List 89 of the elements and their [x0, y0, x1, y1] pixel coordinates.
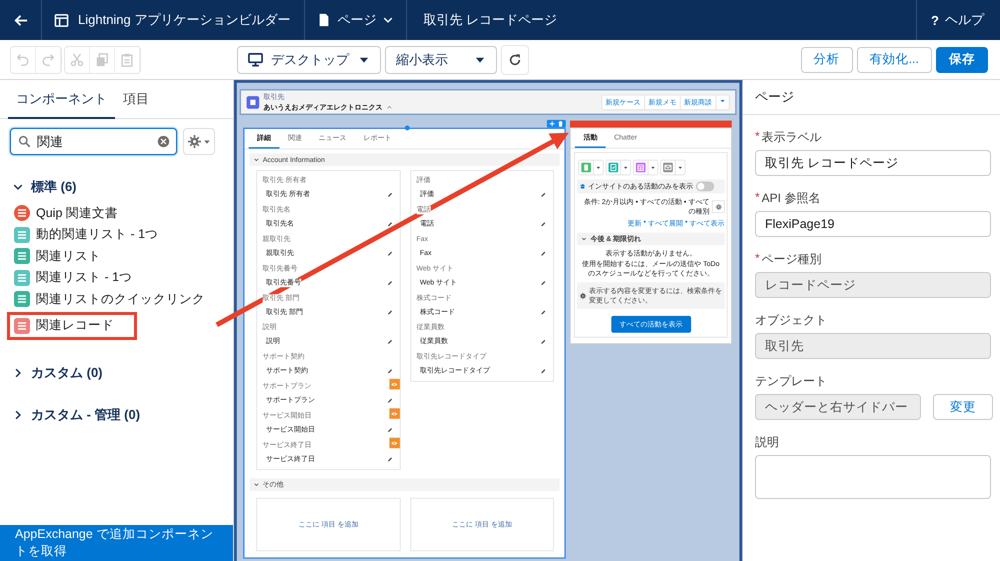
app-window-icon: [54, 12, 69, 28]
page-menu[interactable]: ページ: [317, 0, 394, 40]
settings-icon: [715, 204, 722, 210]
zoom-dropdown[interactable]: 縮小表示: [385, 46, 497, 74]
input-field[interactable]: 取引先 レコードページ: [755, 150, 991, 176]
action-button[interactable]: 分析: [800, 46, 853, 72]
search-icon: [18, 135, 31, 148]
activity-action-button[interactable]: [661, 160, 676, 174]
task-icon: [608, 162, 618, 172]
page-icon: [317, 13, 332, 27]
group-header[interactable]: カスタム - 管理 (0): [12, 406, 140, 424]
panel-tab[interactable]: 項目: [115, 80, 157, 119]
undo-icon: [16, 52, 30, 66]
monitor-icon: [248, 52, 263, 67]
call-icon: [581, 162, 591, 172]
input-field[interactable]: FlexiPage19: [755, 211, 991, 237]
caret-icon: [202, 138, 210, 146]
caret-icon: [720, 98, 726, 104]
field-label: 表示ラベル: [762, 129, 822, 146]
clear-icon: [157, 135, 170, 148]
panel-title: ページ: [743, 80, 1000, 115]
pencil-icon: [386, 427, 393, 433]
group-header[interactable]: カスタム (0): [12, 364, 102, 382]
insight-icon: [580, 184, 586, 190]
caret-icon: [678, 165, 683, 170]
redo-icon: [41, 52, 55, 66]
required-mark: *: [755, 129, 760, 145]
pencil-icon: [386, 310, 393, 316]
textarea-field[interactable]: [755, 455, 991, 499]
caret-icon: [623, 165, 628, 170]
pencil-icon: [386, 339, 393, 345]
clipboard-icon: [120, 52, 134, 66]
field-label: API 参照名: [762, 190, 820, 207]
required-mark: *: [755, 251, 760, 267]
field-label: 説明: [755, 434, 779, 451]
device-dropdown[interactable]: デスクトップ: [237, 46, 381, 74]
pencil-icon: [386, 250, 393, 256]
action-button[interactable]: 有効化...: [856, 46, 932, 72]
scissors-icon: [70, 52, 84, 66]
appexchange-button[interactable]: AppExchange で追加コンポーネントを取得: [0, 525, 233, 561]
pencil-icon: [540, 310, 546, 316]
chevron-down-icon: [581, 236, 587, 242]
toggle-switch[interactable]: [696, 182, 714, 192]
pencil-icon: [386, 398, 393, 404]
pencil-icon: [540, 339, 546, 345]
component-item[interactable]: 動的関連リスト - 1つ: [14, 226, 158, 244]
component-item[interactable]: 関連レコード: [14, 316, 114, 335]
refresh-icon: [508, 52, 522, 66]
pencil-icon: [540, 250, 546, 256]
required-mark: *: [755, 190, 760, 206]
field-label: テンプレート: [755, 373, 827, 390]
pencil-icon: [540, 368, 546, 374]
pencil-icon: [386, 368, 393, 374]
group-header[interactable]: 標準 (6): [12, 178, 76, 196]
app-title: Lightning アプリケーションビルダー: [78, 11, 290, 29]
pencil-icon: [540, 221, 546, 227]
help-button[interactable]: ? ヘルプ: [929, 0, 988, 40]
copy-icon: [95, 52, 109, 66]
panel-tab[interactable]: コンポーネント: [8, 80, 115, 119]
activity-action-button[interactable]: [606, 160, 622, 174]
component-item[interactable]: Quip 関連文書: [14, 204, 118, 222]
refresh-button[interactable]: [501, 44, 529, 74]
caret-icon: [596, 165, 601, 170]
back-arrow-icon: [13, 12, 28, 28]
field-label: オブジェクト: [755, 312, 827, 329]
component-item[interactable]: 関連リスト - 1つ: [14, 268, 132, 287]
settings-icon: [188, 135, 200, 148]
pencil-icon: [386, 280, 393, 286]
settings-icon: [580, 292, 586, 299]
action-button[interactable]: 保存: [936, 46, 988, 72]
pencil-icon: [386, 221, 393, 227]
search-field[interactable]: 関連: [10, 128, 177, 155]
settings-button[interactable]: [183, 128, 215, 155]
component-item[interactable]: 関連リストのクイックリンク: [14, 290, 205, 308]
pencil-icon: [386, 456, 393, 462]
activity-action-button[interactable]: [634, 160, 648, 174]
caret-icon: [650, 165, 656, 170]
component-item[interactable]: 関連リスト: [14, 247, 101, 266]
settings-button[interactable]: [712, 200, 725, 213]
field-label: ページ種別: [762, 251, 822, 268]
account-icon: [246, 96, 260, 108]
email-icon: [663, 162, 673, 172]
pencil-icon: [540, 280, 546, 286]
page-title: 取引先 レコードページ: [423, 11, 558, 29]
pencil-icon: [540, 192, 546, 198]
event-icon: [636, 162, 646, 172]
pencil-icon: [386, 192, 393, 198]
selection-handle: [404, 126, 410, 130]
plus-icon: [549, 120, 556, 127]
